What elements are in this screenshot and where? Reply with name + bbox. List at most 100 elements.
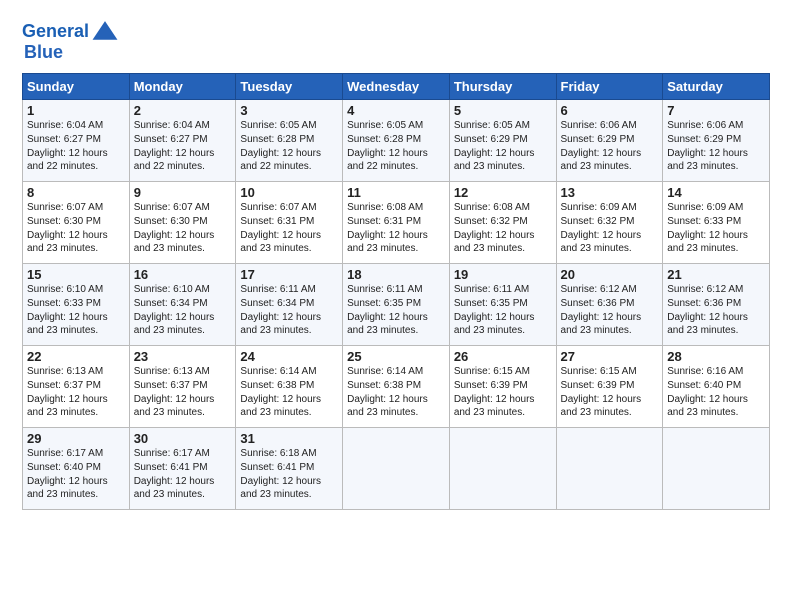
table-row xyxy=(556,428,663,510)
day-number: 2 xyxy=(134,103,232,118)
cell-daylight: Daylight: 12 hours and 23 minutes. xyxy=(27,312,108,337)
cell-sunset: Sunset: 6:29 PM xyxy=(454,134,528,145)
cell-sunrise: Sunrise: 6:15 AM xyxy=(561,366,637,377)
day-number: 6 xyxy=(561,103,659,118)
cell-sunset: Sunset: 6:37 PM xyxy=(134,380,208,391)
cell-daylight: Daylight: 12 hours and 23 minutes. xyxy=(134,476,215,501)
day-number: 15 xyxy=(27,267,125,282)
cell-daylight: Daylight: 12 hours and 23 minutes. xyxy=(240,476,321,501)
cell-sunrise: Sunrise: 6:05 AM xyxy=(240,120,316,131)
cell-sunrise: Sunrise: 6:13 AM xyxy=(27,366,103,377)
cell-daylight: Daylight: 12 hours and 23 minutes. xyxy=(561,148,642,173)
cell-sunrise: Sunrise: 6:17 AM xyxy=(27,448,103,459)
cell-sunset: Sunset: 6:31 PM xyxy=(240,216,314,227)
day-number: 8 xyxy=(27,185,125,200)
cell-daylight: Daylight: 12 hours and 23 minutes. xyxy=(240,230,321,255)
cell-sunrise: Sunrise: 6:08 AM xyxy=(454,202,530,213)
day-number: 17 xyxy=(240,267,338,282)
cell-daylight: Daylight: 12 hours and 23 minutes. xyxy=(561,312,642,337)
logo: General Blue xyxy=(22,18,119,63)
table-row: 24Sunrise: 6:14 AMSunset: 6:38 PMDayligh… xyxy=(236,346,343,428)
day-number: 30 xyxy=(134,431,232,446)
col-sunday: Sunday xyxy=(23,74,130,100)
table-row: 31Sunrise: 6:18 AMSunset: 6:41 PMDayligh… xyxy=(236,428,343,510)
cell-daylight: Daylight: 12 hours and 23 minutes. xyxy=(134,230,215,255)
cell-sunrise: Sunrise: 6:11 AM xyxy=(347,284,422,295)
calendar-week-5: 29 Sunrise: 6:17 AM Sunset: 6:40 PM Dayligh… xyxy=(23,428,770,510)
cell-daylight: Daylight: 12 hours and 23 minutes. xyxy=(134,312,215,337)
cell-daylight: Daylight: 12 hours and 23 minutes. xyxy=(667,394,748,419)
table-row: 11Sunrise: 6:08 AMSunset: 6:31 PMDayligh… xyxy=(343,182,450,264)
cell-sunset: Sunset: 6:27 PM xyxy=(27,134,101,145)
day-number: 31 xyxy=(240,431,338,446)
cell-sunset: Sunset: 6:36 PM xyxy=(667,298,741,309)
cell-daylight: Daylight: 12 hours and 22 minutes. xyxy=(347,148,428,173)
cell-daylight: Daylight: 12 hours and 23 minutes. xyxy=(240,312,321,337)
page: General Blue Sunday Monday Tuesday Wedne… xyxy=(0,0,792,522)
cell-sunset: Sunset: 6:40 PM xyxy=(667,380,741,391)
cell-sunrise: Sunrise: 6:14 AM xyxy=(240,366,316,377)
day-number: 5 xyxy=(454,103,552,118)
day-number: 13 xyxy=(561,185,659,200)
calendar-week-1: 1Sunrise: 6:04 AMSunset: 6:27 PMDaylight… xyxy=(23,100,770,182)
table-row: 20Sunrise: 6:12 AMSunset: 6:36 PMDayligh… xyxy=(556,264,663,346)
cell-sunrise: Sunrise: 6:05 AM xyxy=(347,120,423,131)
col-friday: Friday xyxy=(556,74,663,100)
table-row: 29Sunrise: 6:17 AMSunset: 6:40 PMDayligh… xyxy=(23,428,130,510)
cell-sunrise: Sunrise: 6:07 AM xyxy=(27,202,103,213)
cell-sunset: Sunset: 6:40 PM xyxy=(27,462,101,473)
day-number: 14 xyxy=(667,185,765,200)
cell-daylight: Daylight: 12 hours and 23 minutes. xyxy=(454,312,535,337)
cell-sunset: Sunset: 6:27 PM xyxy=(134,134,208,145)
cell-sunrise: Sunrise: 6:05 AM xyxy=(454,120,530,131)
cell-sunset: Sunset: 6:34 PM xyxy=(134,298,208,309)
cell-sunset: Sunset: 6:39 PM xyxy=(454,380,528,391)
calendar-week-3: 15Sunrise: 6:10 AMSunset: 6:33 PMDayligh… xyxy=(23,264,770,346)
table-row: 21Sunrise: 6:12 AMSunset: 6:36 PMDayligh… xyxy=(663,264,770,346)
table-row xyxy=(343,428,450,510)
cell-daylight: Daylight: 12 hours and 22 minutes. xyxy=(240,148,321,173)
cell-sunset: Sunset: 6:28 PM xyxy=(347,134,421,145)
cell-sunset: Sunset: 6:38 PM xyxy=(240,380,314,391)
cell-sunrise: Sunrise: 6:15 AM xyxy=(454,366,530,377)
table-row xyxy=(449,428,556,510)
cell-sunset: Sunset: 6:38 PM xyxy=(347,380,421,391)
cell-sunrise: Sunrise: 6:16 AM xyxy=(667,366,743,377)
day-number: 11 xyxy=(347,185,445,200)
cell-sunset: Sunset: 6:32 PM xyxy=(454,216,528,227)
cell-sunrise: Sunrise: 6:11 AM xyxy=(240,284,315,295)
calendar: Sunday Monday Tuesday Wednesday Thursday… xyxy=(22,73,770,510)
cell-sunrise: Sunrise: 6:07 AM xyxy=(240,202,316,213)
cell-daylight: Daylight: 12 hours and 23 minutes. xyxy=(347,394,428,419)
col-saturday: Saturday xyxy=(663,74,770,100)
cell-sunset: Sunset: 6:32 PM xyxy=(561,216,635,227)
day-number: 18 xyxy=(347,267,445,282)
day-number: 10 xyxy=(240,185,338,200)
cell-sunset: Sunset: 6:28 PM xyxy=(240,134,314,145)
day-number: 23 xyxy=(134,349,232,364)
col-thursday: Thursday xyxy=(449,74,556,100)
cell-sunrise: Sunrise: 6:07 AM xyxy=(134,202,210,213)
cell-sunset: Sunset: 6:35 PM xyxy=(347,298,421,309)
day-number: 7 xyxy=(667,103,765,118)
cell-daylight: Daylight: 12 hours and 23 minutes. xyxy=(561,394,642,419)
table-row: 10 Sunrise: 6:07 AM Sunset: 6:31 PM Dayligh… xyxy=(236,182,343,264)
day-number: 22 xyxy=(27,349,125,364)
table-row: 15Sunrise: 6:10 AMSunset: 6:33 PMDayligh… xyxy=(23,264,130,346)
table-row: 5 Sunrise: 6:05 AM Sunset: 6:29 PM Daylight… xyxy=(449,100,556,182)
cell-sunrise: Sunrise: 6:18 AM xyxy=(240,448,316,459)
cell-sunset: Sunset: 6:35 PM xyxy=(454,298,528,309)
table-row: 7Sunrise: 6:06 AMSunset: 6:29 PMDaylight… xyxy=(663,100,770,182)
cell-sunrise: Sunrise: 6:09 AM xyxy=(561,202,637,213)
day-number: 26 xyxy=(454,349,552,364)
table-row: 17Sunrise: 6:11 AMSunset: 6:34 PMDayligh… xyxy=(236,264,343,346)
table-row: 3Sunrise: 6:05 AMSunset: 6:28 PMDaylight… xyxy=(236,100,343,182)
day-number: 4 xyxy=(347,103,445,118)
cell-sunrise: Sunrise: 6:04 AM xyxy=(134,120,210,131)
cell-sunrise: Sunrise: 6:11 AM xyxy=(454,284,529,295)
cell-daylight: Daylight: 12 hours and 23 minutes. xyxy=(454,148,535,173)
table-row: 27Sunrise: 6:15 AMSunset: 6:39 PMDayligh… xyxy=(556,346,663,428)
table-row: 14Sunrise: 6:09 AMSunset: 6:33 PMDayligh… xyxy=(663,182,770,264)
day-number: 29 xyxy=(27,431,125,446)
cell-sunset: Sunset: 6:36 PM xyxy=(561,298,635,309)
